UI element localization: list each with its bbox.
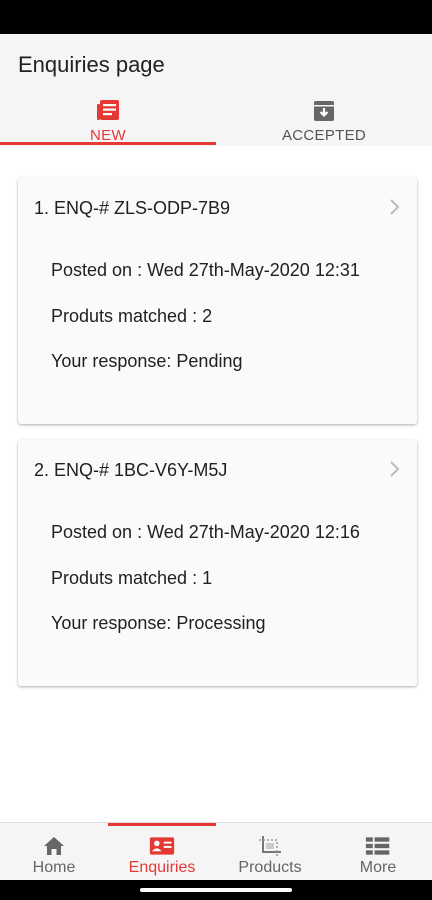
chevron-right-icon xyxy=(387,458,403,480)
news-icon xyxy=(95,98,121,124)
tab-accepted[interactable]: ACCEPTED xyxy=(216,94,432,146)
tab-accepted-label: ACCEPTED xyxy=(281,127,367,144)
app-bar: Enquiries page NEW ACCEPTED xyxy=(0,34,432,146)
enquiry-card[interactable]: 1. ENQ-# ZLS-ODP-7B9 Posted on : Wed 27t… xyxy=(18,178,417,424)
page-title: Enquiries page xyxy=(18,52,165,77)
response-status: Your response: Processing xyxy=(51,613,266,633)
tab-new[interactable]: NEW xyxy=(0,94,216,146)
crop-frame-icon xyxy=(257,835,283,857)
home-gesture-bar[interactable] xyxy=(140,888,292,892)
home-icon xyxy=(41,835,67,857)
nav-more[interactable]: More xyxy=(324,823,432,881)
response-status: Your response: Pending xyxy=(51,351,243,371)
posted-date: Posted on : Wed 27th-May-2020 12:16 xyxy=(51,522,360,542)
enquiry-card[interactable]: 2. ENQ-# 1BC-V6Y-M5J Posted on : Wed 27t… xyxy=(18,440,417,686)
products-matched: Produts matched : 2 xyxy=(51,306,213,326)
chevron-right-icon xyxy=(387,196,403,218)
contact-card-icon xyxy=(149,835,175,857)
nav-home[interactable]: Home xyxy=(0,823,108,881)
archive-icon xyxy=(311,98,337,124)
nav-enquiries-label: Enquiries xyxy=(128,859,196,876)
tab-bar: NEW ACCEPTED xyxy=(0,94,432,146)
nav-products[interactable]: Products xyxy=(216,823,324,881)
status-bar xyxy=(0,0,432,34)
grid-menu-icon xyxy=(365,835,391,857)
enquiry-list: 1. ENQ-# ZLS-ODP-7B9 Posted on : Wed 27t… xyxy=(0,146,432,822)
products-matched: Produts matched : 1 xyxy=(51,568,213,588)
tab-active-indicator xyxy=(0,142,216,145)
nav-active-indicator xyxy=(108,823,216,826)
bottom-navigation: Home Enquiries Products More xyxy=(0,822,432,880)
nav-enquiries[interactable]: Enquiries xyxy=(108,823,216,881)
nav-home-label: Home xyxy=(32,859,76,876)
posted-date: Posted on : Wed 27th-May-2020 12:31 xyxy=(51,260,360,280)
enquiry-id: 1. ENQ-# ZLS-ODP-7B9 xyxy=(34,198,231,218)
system-gesture-area xyxy=(0,880,432,900)
enquiry-id: 2. ENQ-# 1BC-V6Y-M5J xyxy=(34,460,228,480)
nav-products-label: Products xyxy=(238,859,302,876)
nav-more-label: More xyxy=(359,859,397,876)
